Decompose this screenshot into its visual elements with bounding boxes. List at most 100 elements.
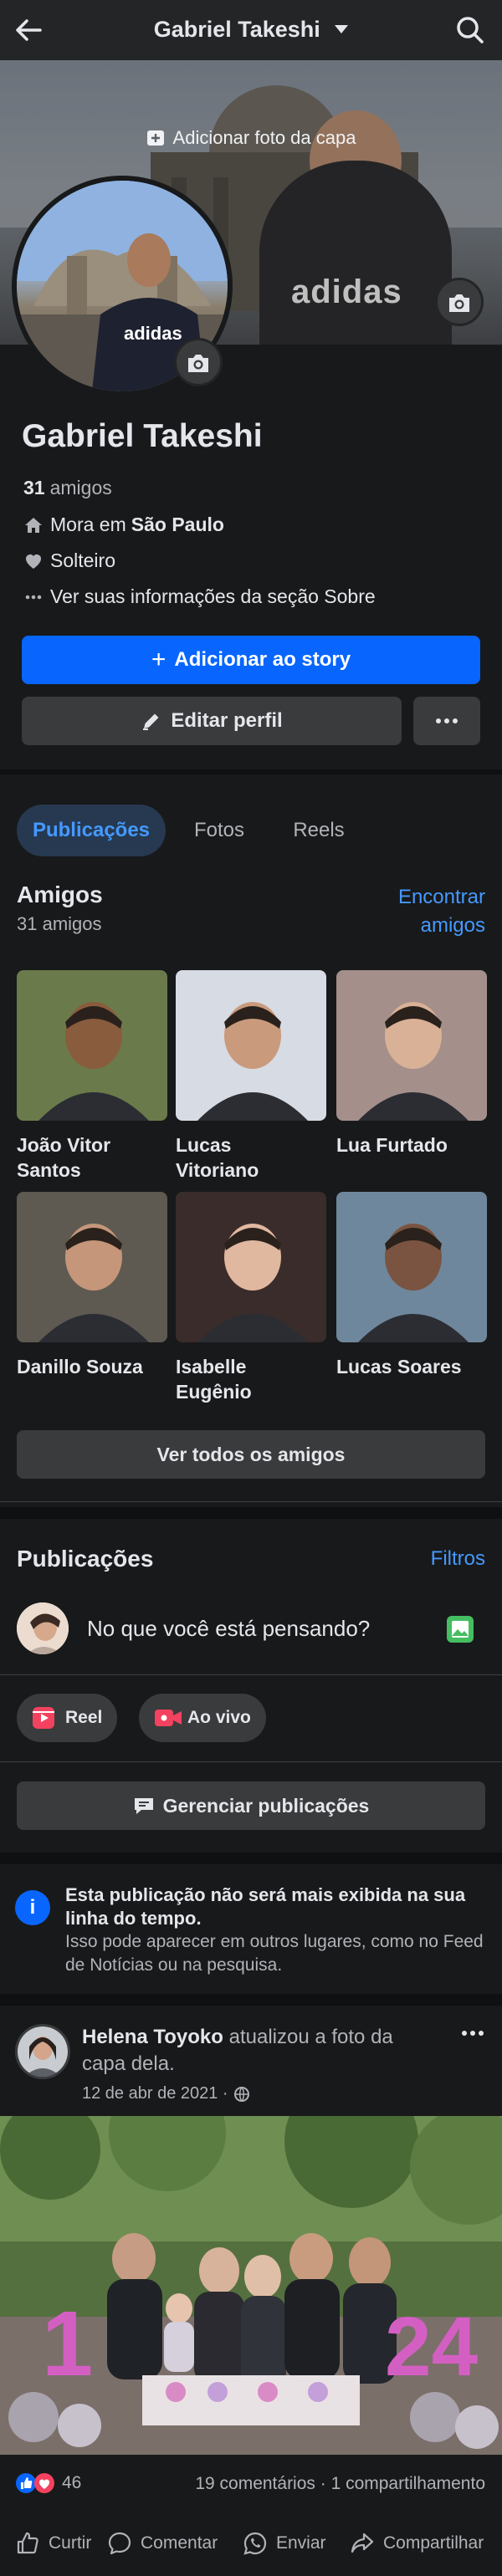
friend-name[interactable]: João Vitor Santos [17, 1132, 167, 1183]
friend-name[interactable]: Danillo Souza [17, 1354, 167, 1379]
friends-title: Amigos [17, 882, 103, 907]
like-icon [17, 2532, 38, 2554]
comment-label: Comentar [141, 2533, 218, 2553]
friend-name-line-1: Lua Furtado [336, 1134, 448, 1156]
share-button[interactable]: Compartilhar [350, 2531, 484, 2556]
caret-down-icon [335, 25, 349, 33]
comment-button[interactable]: Comentar [107, 2531, 218, 2556]
composer-input[interactable]: No que você está pensando? [87, 1616, 370, 1642]
about-link[interactable]: Ver suas informações da seção Sobre [23, 585, 376, 608]
find-friends-label-2: amigos [420, 914, 485, 937]
see-all-friends-button[interactable]: Ver todos os amigos [17, 1430, 485, 1479]
search-icon[interactable] [453, 13, 487, 47]
photo-upload-icon[interactable] [445, 1614, 475, 1644]
manage-posts-icon [133, 1796, 155, 1816]
friend-card[interactable]: Lucas Soares [336, 1192, 487, 1379]
reel-button[interactable]: Reel [17, 1694, 118, 1742]
share-icon [351, 2533, 374, 2553]
city-link[interactable]: São Paulo [131, 514, 224, 536]
send-button[interactable]: Enviar [243, 2531, 326, 2556]
post-author-name[interactable]: Helena Toyoko [82, 2026, 223, 2048]
friend-photo[interactable] [17, 970, 167, 1121]
friend-name-line-2: Eugênio [176, 1381, 252, 1403]
friend-card[interactable]: Lua Furtado [336, 970, 487, 1158]
tab-fotos[interactable]: Fotos [172, 805, 266, 856]
post-author-avatar[interactable] [15, 2024, 70, 2079]
friend-photo[interactable] [176, 1192, 326, 1342]
tab-publicacoes[interactable]: Publicações [17, 805, 166, 856]
friend-name[interactable]: Lucas Soares [336, 1354, 487, 1379]
find-friends-link[interactable]: Encontrar amigos [398, 883, 485, 940]
like-label: Curtir [49, 2533, 92, 2553]
reactions-summary[interactable]: 46 [15, 2472, 81, 2494]
comments-shares-count[interactable]: 19 comentários · 1 compartilhamento [195, 2474, 485, 2494]
friend-card[interactable]: João Vitor Santos [17, 970, 167, 1183]
friend-name[interactable]: Isabelle Eugênio [176, 1354, 326, 1404]
add-to-story-button[interactable]: + Adicionar ao story [22, 636, 480, 684]
section-divider [0, 1994, 502, 2006]
hidden-post-notice: Esta publicação não será mais exibida na… [65, 1883, 484, 1977]
profile-switcher[interactable]: Gabriel Takeshi [0, 17, 502, 43]
globe-icon [233, 2086, 250, 2103]
friend-photo[interactable] [176, 970, 326, 1121]
add-cover-photo-button[interactable]: Adicionar foto da capa [0, 127, 502, 149]
posts-title: Publicações [17, 1546, 154, 1572]
like-button[interactable]: Curtir [15, 2531, 91, 2556]
send-label: Enviar [276, 2533, 326, 2553]
friends-label: amigos [49, 477, 112, 498]
whatsapp-icon [243, 2532, 267, 2555]
reel-icon [32, 1706, 55, 1730]
svg-text:1: 1 [42, 2292, 93, 2395]
divider-line [0, 1674, 502, 1675]
post-photo[interactable]: 1 24 [0, 2116, 502, 2455]
manage-posts-label: Gerenciar publicações [162, 1794, 370, 1817]
friend-card[interactable]: Lucas Vitoriano [176, 970, 326, 1183]
live-video-icon [154, 1706, 182, 1730]
filters-link[interactable]: Filtros [431, 1547, 485, 1571]
add-to-story-label: Adicionar ao story [174, 648, 351, 671]
add-cover-label: Adicionar foto da capa [172, 127, 356, 148]
live-label: Ao vivo [187, 1708, 251, 1727]
post-action-1: atualizou a foto da [228, 2026, 393, 2048]
friend-name[interactable]: Lucas Vitoriano [176, 1132, 326, 1183]
camera-icon [449, 294, 469, 312]
edit-profile-label: Editar perfil [171, 709, 283, 732]
friend-name-line-1: Isabelle [176, 1356, 247, 1377]
lives-in-label: Mora em [50, 514, 126, 535]
home-icon [23, 515, 44, 535]
divider-line [0, 1761, 502, 1762]
post-date[interactable]: 12 de abr de 2021 · [82, 2084, 228, 2103]
friend-name-line-2: Santos [17, 1159, 81, 1181]
relationship-line: Solteiro [23, 549, 115, 572]
friends-count-sub: 31 amigos [17, 913, 102, 934]
location-line: Mora em São Paulo [23, 514, 229, 536]
section-divider [0, 1853, 502, 1864]
friend-photo[interactable] [17, 1192, 167, 1342]
friends-count: 31 [23, 477, 45, 498]
edit-avatar-camera-button[interactable] [174, 338, 223, 386]
divider-line [0, 1501, 502, 1502]
more-dots-icon [23, 587, 44, 607]
composer-avatar[interactable] [17, 1602, 69, 1654]
pencil-icon [141, 710, 162, 732]
add-photo-icon [146, 130, 165, 146]
friend-name[interactable]: Lua Furtado [336, 1132, 487, 1158]
relationship-status: Solteiro [50, 549, 115, 571]
reel-label: Reel [65, 1708, 103, 1727]
more-dots-icon [434, 717, 459, 725]
friend-photo[interactable] [336, 1192, 487, 1342]
manage-posts-button[interactable]: Gerenciar publicações [17, 1781, 485, 1830]
friend-card[interactable]: Isabelle Eugênio [176, 1192, 326, 1404]
friend-name-line-1: Lucas Soares [336, 1356, 462, 1377]
post-options-icon[interactable] [460, 2029, 485, 2037]
post-header-text: Helena Toyoko atualizou a foto da capa d… [82, 2024, 433, 2078]
tab-reels[interactable]: Reels [273, 805, 365, 856]
comment-icon [108, 2532, 131, 2555]
edit-cover-camera-button[interactable] [435, 278, 484, 326]
friend-photo[interactable] [336, 970, 487, 1121]
friend-card[interactable]: Danillo Souza [17, 1192, 167, 1379]
edit-profile-button[interactable]: Editar perfil [22, 697, 402, 745]
profile-more-button[interactable] [413, 697, 480, 745]
live-button[interactable]: Ao vivo [139, 1694, 266, 1742]
friends-count-line[interactable]: 31 amigos [23, 477, 112, 499]
